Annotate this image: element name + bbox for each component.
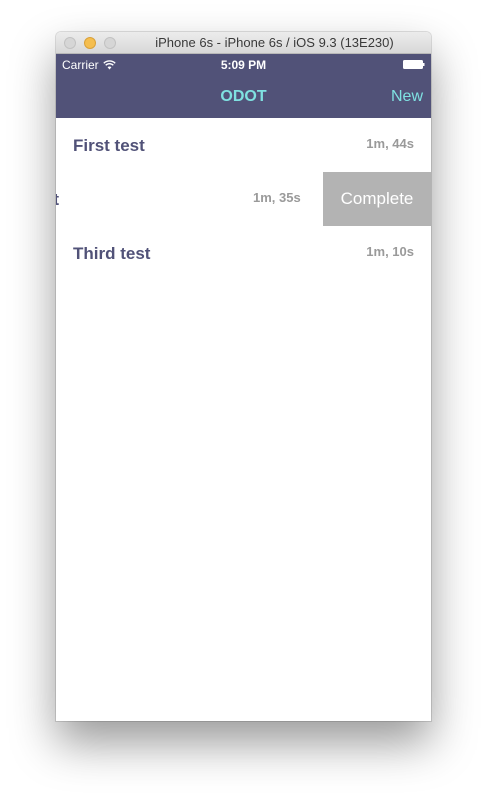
- task-row[interactable]: First test 1m, 44s: [56, 118, 431, 172]
- simulator-title: iPhone 6s - iPhone 6s / iOS 9.3 (13E230): [155, 35, 394, 50]
- app-header: Carrier 5:09 PM ODOT New: [56, 54, 431, 118]
- task-time: 1m, 44s: [366, 136, 414, 151]
- complete-button[interactable]: Complete: [323, 172, 431, 226]
- task-row-swiped[interactable]: t 1m, 35s Complete: [56, 172, 431, 226]
- task-title: First test: [73, 136, 145, 155]
- task-time: 1m, 10s: [366, 244, 414, 259]
- task-list: First test 1m, 44s t 1m, 35s Complete Th…: [56, 118, 431, 280]
- close-window-button[interactable]: [64, 37, 76, 49]
- simulator-window: iPhone 6s - iPhone 6s / iOS 9.3 (13E230)…: [56, 32, 431, 721]
- swiped-row-content[interactable]: t 1m, 35s: [56, 172, 323, 226]
- new-task-button[interactable]: New: [391, 88, 423, 106]
- minimize-window-button[interactable]: [84, 37, 96, 49]
- task-title: Third test: [73, 244, 151, 263]
- task-row[interactable]: Third test 1m, 10s: [56, 226, 431, 280]
- status-time: 5:09 PM: [220, 58, 267, 72]
- nav-title: ODOT: [220, 88, 267, 105]
- battery-icon: [403, 60, 425, 69]
- zoom-window-button[interactable]: [104, 37, 116, 49]
- simulator-titlebar: iPhone 6s - iPhone 6s / iOS 9.3 (13E230): [56, 32, 431, 54]
- task-time: 1m, 35s: [253, 190, 301, 205]
- task-title: t: [56, 190, 59, 209]
